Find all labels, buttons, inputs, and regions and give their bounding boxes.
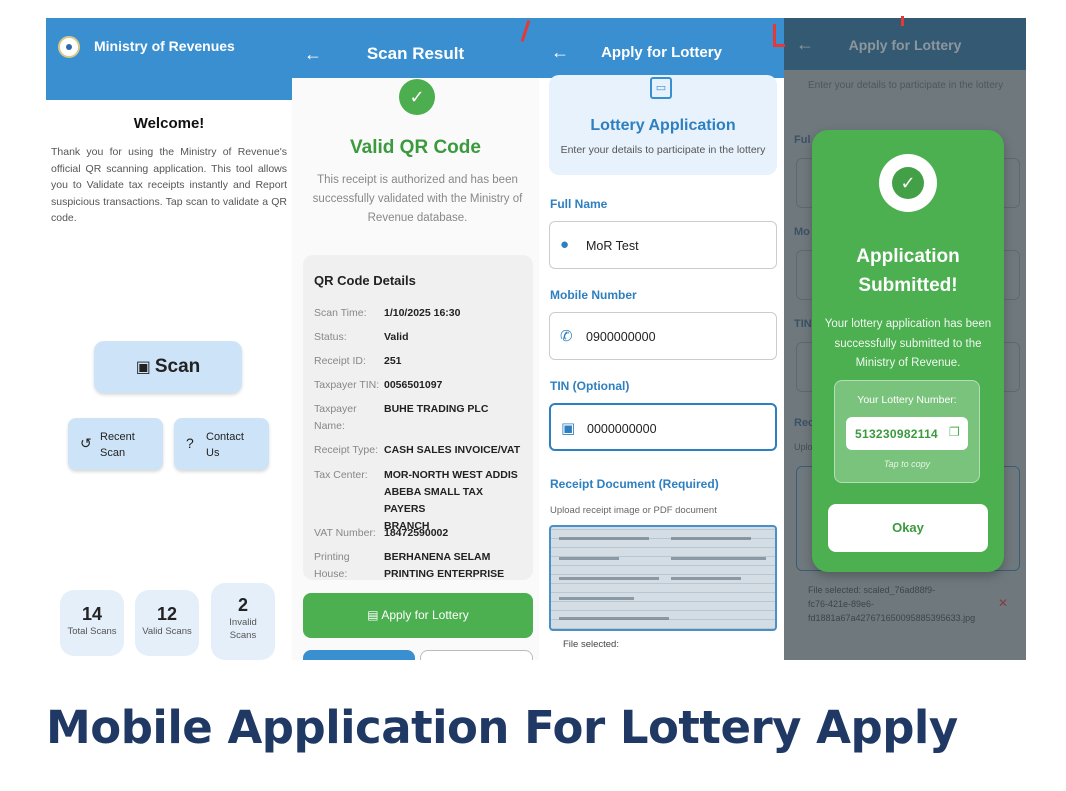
stat-value: 12 [156,604,178,624]
status-title: Valid QR Code [350,137,481,158]
apply-for-lottery-button[interactable]: ▤ Apply for Lottery [303,593,533,638]
intro-text: Thank you for using the Ministry of Reve… [51,146,287,224]
app-title: Ministry of Revenues [94,38,235,54]
screen-title: Apply for Lottery [601,44,722,61]
outline-button[interactable] [420,650,533,660]
detail-key: Status: [314,331,347,343]
tap-to-copy-hint: Tap to copy [883,459,931,469]
apply-form-screen: ← Apply for Lottery ▭ Lottery Applicatio… [539,18,784,660]
detail-key: Taxpayer TIN: [314,379,380,391]
receipt-label: Receipt Document (Required) [550,477,719,491]
stat-value: 2 [237,595,248,615]
secondary-button[interactable] [303,650,415,660]
qr-scan-icon: ▣ [135,359,151,376]
full-name-label: Full Name [550,197,608,211]
submitted-screen: ← Apply for Lottery Enter your details t… [784,18,1026,660]
detail-value: 1/10/2025 16:30 [384,307,461,319]
app-bar: ← Apply for Lottery [539,18,784,78]
detail-key: VAT Number: [314,527,376,539]
lottery-number: 513230982114 [855,427,939,441]
scan-button[interactable]: ▣ Scan [94,341,242,393]
stat-label: Total Scans [67,626,117,637]
detail-key: Tax Center: [314,469,368,481]
annotation-mark [773,24,776,46]
badge-icon: ▣ [561,420,576,437]
dialog-title: Application Submitted! [856,246,960,296]
stat-total-scans: 14 Total Scans [60,590,124,656]
person-icon: ● [560,236,570,253]
welcome-heading: Welcome! [133,115,205,132]
stat-value: 14 [81,604,103,624]
gift-icon: ▤ [367,608,382,622]
annotation-mark [901,16,904,26]
stat-label: Valid Scans [142,626,192,637]
history-icon: ↺ [80,435,92,451]
mobile-field[interactable]: ✆ 0900000000 [549,312,777,360]
apply-button-label: Apply for Lottery [381,608,469,622]
file-selected-label: File selected: [563,639,619,650]
app-bar: Ministry of Revenues [46,18,292,100]
submitted-dialog: ✓ Application Submitted! Your lottery ap… [812,130,1004,572]
home-screen: Ministry of Revenues Welcome! Thank you … [46,18,292,660]
detail-value: Valid [384,331,409,343]
stat-label: Invalid Scans [229,617,257,641]
recent-scan-label: Recent Scan [100,431,135,459]
card-subtitle: Enter your details to participate in the… [560,144,766,156]
ministry-logo-icon [58,36,80,58]
detail-value: BERHANENA SELAM PRINTING ENTERPRISE [384,551,505,580]
stat-valid-scans: 12 Valid Scans [135,590,199,656]
detail-key: Printing House: [314,551,350,580]
full-name-value: MoR Test [586,239,639,253]
lottery-number-box: Your Lottery Number: 513230982114 ❐ Tap … [834,380,980,483]
lottery-number-label: Your Lottery Number: [857,394,957,406]
screen-title: Scan Result [366,44,465,63]
detail-value: 18472590002 [384,527,449,539]
application-card: ▭ Lottery Application Enter your details… [549,75,777,175]
success-icon: ✓ [879,154,937,212]
detail-key: Receipt Type: [314,444,379,456]
phone-icon: ✆ [560,328,573,345]
scan-result-screen: ← Scan Result ✓ Valid QR Code This recei… [292,18,539,660]
stat-invalid-scans: 2 Invalid Scans [211,583,275,660]
contact-us-button[interactable]: ? Contact Us [174,418,269,470]
app-bar: ← Scan Result [292,18,539,78]
receipt-hint: Upload receipt image or PDF document [550,505,717,516]
tin-label: TIN (Optional) [550,379,630,393]
detail-value: BUHE TRADING PLC [384,403,489,415]
detail-value: 0056501097 [384,379,443,391]
full-name-field[interactable]: ● MoR Test [549,221,777,269]
scan-label: Scan [154,356,201,377]
mobile-value: 0900000000 [586,330,656,344]
copy-icon[interactable]: ❐ [949,425,960,439]
slide-caption: Mobile Application For Lottery Apply [46,701,958,754]
receipt-image-preview[interactable] [549,525,777,631]
detail-key: Scan Time: [314,307,367,319]
check-circle-icon: ✓ [399,79,435,115]
card-title: Lottery Application [590,117,736,134]
details-heading: QR Code Details [314,273,416,288]
support-icon: ? [186,435,194,451]
lottery-number-chip[interactable]: 513230982114 ❐ [846,417,968,450]
tin-field[interactable]: ▣ 0000000000 [549,403,777,451]
qr-details-card: QR Code Details Scan Time: 1/10/2025 16:3… [303,255,533,580]
mobile-label: Mobile Number [550,288,637,302]
dialog-message: Your lottery application has been succes… [824,318,992,369]
status-description: This receipt is authorized and has been … [312,174,523,224]
recent-scan-button[interactable]: ↺ Recent Scan [68,418,163,470]
tin-value: 0000000000 [587,422,657,436]
calendar-icon: ▭ [650,77,672,99]
contact-us-label: Contact Us [206,431,244,459]
okay-button[interactable]: Okay [828,504,988,552]
detail-value: 251 [384,355,402,367]
detail-key: Receipt ID: [314,355,366,367]
slide: Ministry of Revenues Welcome! Thank you … [0,0,1066,791]
detail-key: Taxpayer Name: [314,403,357,432]
detail-value: CASH SALES INVOICE/VAT [384,444,521,456]
annotation-mark [773,44,785,47]
